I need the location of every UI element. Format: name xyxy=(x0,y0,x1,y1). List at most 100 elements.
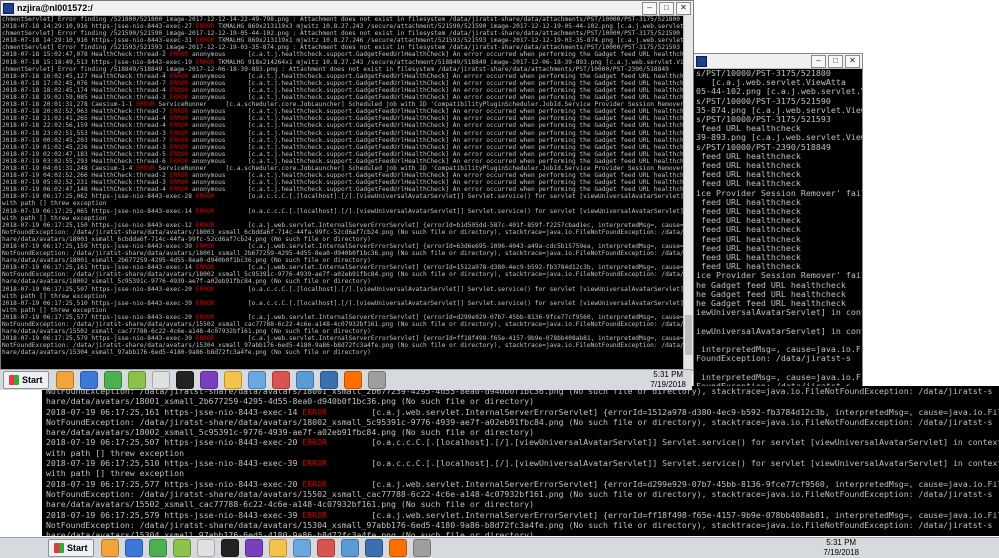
log-line: 2018-07-19 06:02:47,148 HealthCheck:thre… xyxy=(2,186,684,194)
log-line: 2018-07-19 03:02:55,293 HealthCheck:thre… xyxy=(2,157,684,165)
clock-time: 5:31 PM xyxy=(653,370,684,379)
error-level: ERROR xyxy=(195,335,215,343)
app-icon-1[interactable] xyxy=(55,371,74,389)
system-tray: 5:31 PM 7/19/2018 xyxy=(823,538,999,558)
maximize-button[interactable]: □ xyxy=(659,1,674,15)
log-line: 2018-07-19 06:17:25,150 https-jsse-nio-8… xyxy=(2,221,684,229)
log-line: iewUniversalAvatarServlet] in context xyxy=(696,307,862,318)
error-level: ERROR xyxy=(302,406,327,417)
close-button[interactable]: ✕ xyxy=(676,1,691,15)
console-output[interactable]: s/PST/10000/PST-3175/521800 [c.a.j.web.s… xyxy=(694,69,862,392)
error-level: ERROR xyxy=(169,129,189,137)
log-line: 2018-07-19 06:17:25,161 https-jsse-nio-8… xyxy=(46,406,999,417)
scrollbar-thumb[interactable] xyxy=(685,315,692,355)
log-line: hare/data/avatars/15304_xsmall_97abb176-… xyxy=(2,349,371,357)
log-line: 2018-07-19 04:01:31,248 Caesium-1-4 ERRO… xyxy=(2,164,684,172)
app-icon-12[interactable] xyxy=(364,539,383,557)
log-line: hare/data/avatars/15502_xsmall_cac77788-… xyxy=(46,499,534,510)
error-level: ERROR xyxy=(195,264,215,272)
app-icon-6[interactable] xyxy=(175,371,194,389)
log-line: 2018-07-19 06:17:25,062 https-jsse-nio-8… xyxy=(2,193,684,201)
console-output[interactable]: chmentServlet] Error finding /521800/521… xyxy=(1,16,684,370)
log-line: 2018-07-19 01:02:45,226 HealthCheck:thre… xyxy=(2,143,684,151)
windows-logo-icon xyxy=(54,543,64,553)
window-title: nzjira@nl001572:/ xyxy=(17,3,93,13)
app-icon-10[interactable] xyxy=(316,539,335,557)
terminal-window-main[interactable]: nzjira@nl001572:/ – □ ✕ chmentServlet] E… xyxy=(0,0,694,371)
chrome-icon[interactable] xyxy=(148,539,167,557)
error-level: ERROR xyxy=(169,51,189,59)
start-label: Start xyxy=(22,375,43,385)
log-line: with path [] threw exception xyxy=(46,447,185,458)
pinned-apps xyxy=(98,539,434,557)
start-button[interactable]: Start xyxy=(3,371,49,389)
minimize-button[interactable]: – xyxy=(811,54,826,68)
chrome-icon[interactable] xyxy=(103,371,122,389)
log-line: with path [] threw exception xyxy=(2,214,107,222)
app-icon-2[interactable] xyxy=(79,371,98,389)
close-button[interactable]: ✕ xyxy=(845,54,860,68)
log-line: 2018-07-19 06:17:25,579 https-jsse-nio-8… xyxy=(2,335,684,343)
title-bar[interactable]: nzjira@nl001572:/ – □ ✕ xyxy=(1,1,693,16)
log-line: 2018-07-19 04:02:52,266 HealthCheck:thre… xyxy=(2,172,684,180)
log-line: 2018-07-18 19:02:59,085 HealthCheck:thre… xyxy=(2,94,684,102)
log-line: hare/data/avatars/18002_xsmall_5c95391c-… xyxy=(2,278,371,286)
scrollbar[interactable] xyxy=(683,15,693,370)
app-icon-5[interactable] xyxy=(196,539,215,557)
app-icon-5[interactable] xyxy=(151,371,170,389)
app-icon-9[interactable] xyxy=(292,539,311,557)
terminal-window-right[interactable]: – □ ✕ s/PST/10000/PST-3175/521800 [c.a.j… xyxy=(693,53,863,393)
app-icon-12[interactable] xyxy=(319,371,338,389)
console-output[interactable]: NotFoundException: /data/jiratst-share/d… xyxy=(42,386,999,536)
app-icon-6[interactable] xyxy=(220,539,239,557)
error-level: ERROR xyxy=(169,143,189,151)
log-line: NotFoundException: /data/jiratst-share/d… xyxy=(2,321,684,329)
clock[interactable]: 5:31 PM 7/19/2018 xyxy=(650,370,686,390)
error-level: ERROR xyxy=(169,172,189,180)
app-icon-4[interactable] xyxy=(127,371,146,389)
app-icon-10[interactable] xyxy=(271,371,290,389)
error-level: ERROR xyxy=(195,37,215,45)
folder-icon[interactable] xyxy=(268,539,287,557)
app-icon-11[interactable] xyxy=(340,539,359,557)
app-icon-4[interactable] xyxy=(172,539,191,557)
log-line: 2018-07-18 15:18:49,513 https-jsse-nio-8… xyxy=(2,58,684,66)
log-line: 2018-07-19 02:02:47,183 HealthCheck:thre… xyxy=(2,150,684,158)
app-icon-14[interactable] xyxy=(367,371,386,389)
log-line: 2018-07-19 00:02:45,203 HealthCheck:thre… xyxy=(2,136,684,144)
maximize-button[interactable]: □ xyxy=(828,54,843,68)
error-level: ERROR xyxy=(136,101,155,109)
title-bar[interactable]: – □ ✕ xyxy=(694,54,862,69)
app-icon-13[interactable] xyxy=(388,539,407,557)
log-line: 2018-07-19 06:17:25,161 https-jsse-nio-8… xyxy=(2,264,684,272)
start-button[interactable]: Start xyxy=(48,539,94,557)
minimize-button[interactable]: – xyxy=(642,1,657,15)
error-level: ERROR xyxy=(195,243,215,250)
error-level: ERROR xyxy=(169,136,189,144)
log-line: iewUniversalAvatarServlet] in context xyxy=(696,325,862,336)
log-line: hare/data/avatars/15502_xsmall_cac77788-… xyxy=(2,328,371,336)
app-icon-9[interactable] xyxy=(247,371,266,389)
error-level: ERROR xyxy=(302,509,327,520)
folder-icon[interactable] xyxy=(223,371,242,389)
log-line: NotFoundException: /data/jiratst-share/d… xyxy=(46,488,993,499)
app-icon-2[interactable] xyxy=(124,539,143,557)
pinned-apps xyxy=(53,371,389,389)
app-icon-1[interactable] xyxy=(100,539,119,557)
app-icon-11[interactable] xyxy=(295,371,314,389)
clock[interactable]: 5:31 PM 7/19/2018 xyxy=(823,538,859,558)
app-icon-13[interactable] xyxy=(343,371,362,389)
terminal-window-bottom[interactable]: NotFoundException: /data/jiratst-share/d… xyxy=(42,386,999,536)
log-line: NotFoundException: /data/jiratst-share/d… xyxy=(46,519,993,530)
error-level: ERROR xyxy=(169,157,189,165)
log-line: 2018-07-19 06:17:25,507 https-jsse-nio-8… xyxy=(2,285,684,293)
log-line: NotFoundException: /data/jiratst-share/d… xyxy=(2,250,684,258)
app-icon-7[interactable] xyxy=(244,539,263,557)
log-line: 2018-07-19 06:17:25,510 https-jsse-nio-8… xyxy=(46,458,999,469)
log-line: 2018-07-19 06:17:25,159 https-jsse-nio-8… xyxy=(2,243,684,250)
app-icon-14[interactable] xyxy=(412,539,431,557)
app-icon-7[interactable] xyxy=(199,371,218,389)
log-line: 2018-07-18 14:29:10,916 https-jsse-nio-8… xyxy=(2,37,684,45)
error-level: ERROR xyxy=(195,207,215,215)
log-line: hare/data/avatars/18003_xsmall_6cbdda6f-… xyxy=(2,235,371,243)
